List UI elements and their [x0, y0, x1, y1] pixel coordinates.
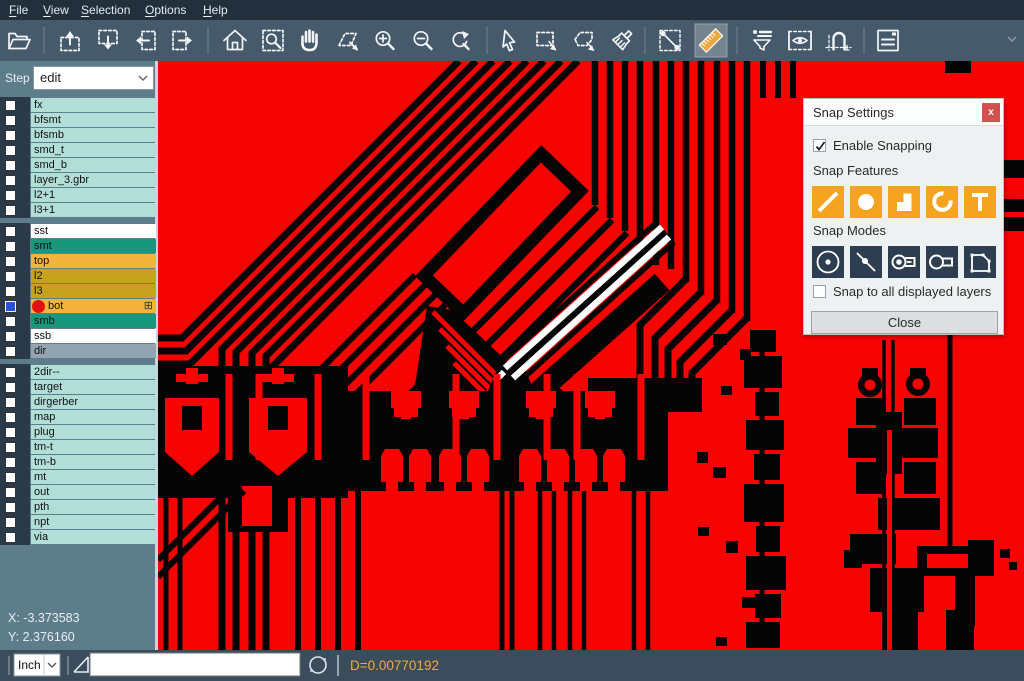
svg-text:Inch: Inch — [18, 658, 41, 672]
svg-text:D=0.00770192: D=0.00770192 — [350, 658, 439, 673]
